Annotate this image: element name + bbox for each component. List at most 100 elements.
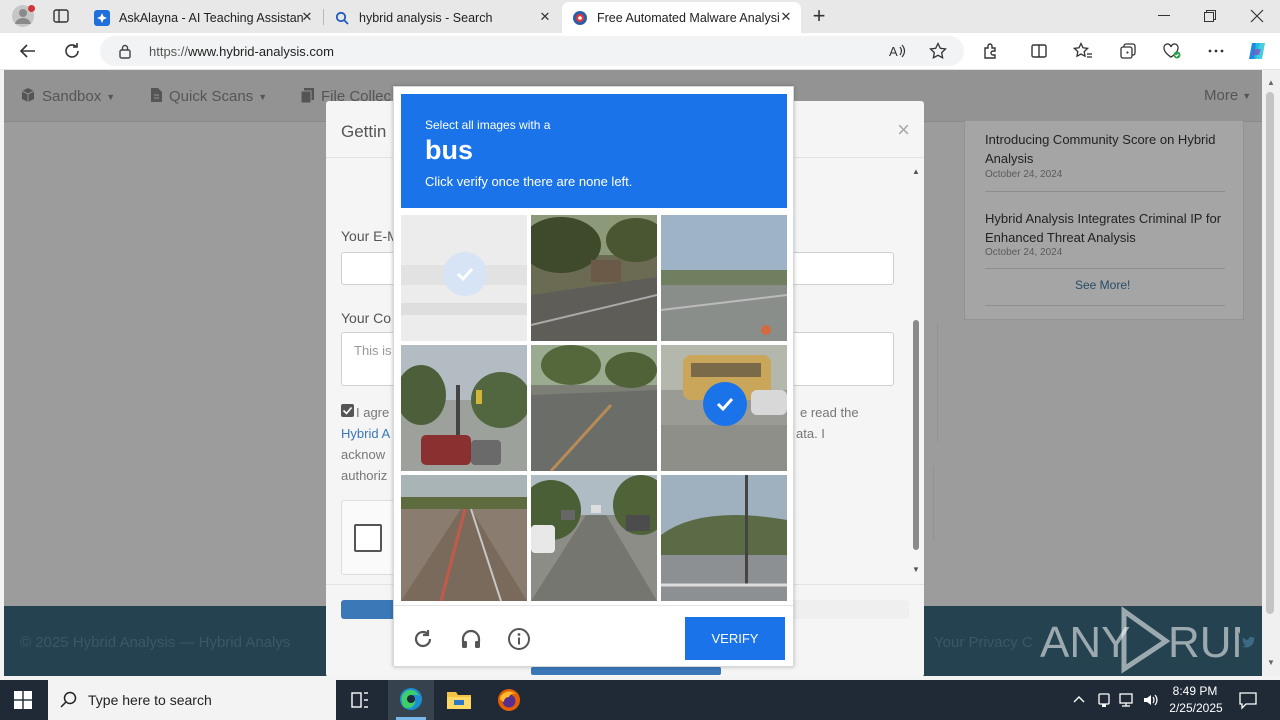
captcha-tile-4[interactable] — [401, 345, 527, 471]
chevron-down-icon: ▼ — [1242, 90, 1252, 101]
minimize-icon[interactable] — [1158, 15, 1170, 16]
chevron-down-icon: ▼ — [106, 91, 116, 102]
nav-more[interactable]: More ▼ — [1204, 87, 1251, 104]
collections-icon[interactable] — [1116, 39, 1140, 63]
tab-title: hybrid analysis - Search — [359, 10, 493, 25]
footer-privacy-link[interactable]: Your Privacy C — [934, 634, 1033, 651]
scroll-up-icon[interactable]: ▲ — [912, 167, 920, 176]
see-more-link[interactable]: See More! — [1075, 278, 1130, 292]
news-title[interactable]: Introducing Community Score on Hybrid An… — [985, 130, 1235, 168]
svg-text:A: A — [889, 44, 898, 59]
search-icon — [334, 10, 350, 26]
captcha-tile-9[interactable] — [661, 475, 787, 601]
windows-start-icon[interactable] — [14, 691, 32, 709]
tray-chevron-up-icon[interactable] — [1072, 693, 1086, 707]
cube-icon — [20, 87, 36, 106]
consent-text: e read the — [800, 405, 859, 420]
modal-title: Gettin — [341, 122, 387, 141]
twitter-icon[interactable] — [1242, 636, 1256, 648]
scroll-thumb[interactable] — [913, 320, 919, 550]
scroll-down-icon[interactable]: ▼ — [1267, 658, 1275, 667]
browser-scrollbar[interactable]: ▲ ▼ — [1262, 70, 1280, 676]
file-explorer-icon[interactable] — [446, 689, 472, 711]
profile-avatar[interactable] — [12, 5, 35, 27]
back-arrow-icon[interactable] — [16, 39, 40, 63]
tab-close-button[interactable]: ✕ — [779, 10, 793, 24]
task-view-icon[interactable] — [350, 690, 370, 710]
check-icon — [443, 252, 487, 296]
tab-title: AskAlayna - AI Teaching Assistan — [119, 10, 304, 25]
more-menu-icon[interactable] — [1204, 39, 1228, 63]
comment-label: Your Co — [341, 310, 392, 326]
nav-quick-scans[interactable]: Quick Scans ▼ — [150, 87, 267, 106]
modal-close-button[interactable]: × — [897, 117, 910, 143]
url-text: https://www.hybrid-analysis.com — [149, 44, 334, 59]
scroll-up-icon[interactable]: ▲ — [1267, 78, 1275, 87]
captcha-tile-3[interactable] — [661, 215, 787, 341]
captcha-widget — [341, 500, 401, 575]
tab-close-button[interactable]: ✕ — [538, 10, 552, 24]
consent-checkbox[interactable] — [341, 404, 354, 417]
read-aloud-icon[interactable]: A — [886, 39, 910, 63]
extensions-icon[interactable] — [979, 39, 1003, 63]
restore-icon[interactable] — [1204, 10, 1216, 22]
news-title[interactable]: Hybrid Analysis Integrates Criminal IP f… — [985, 209, 1235, 247]
clock-date[interactable]: 2/25/2025 — [1166, 701, 1226, 715]
consent-link[interactable]: Hybrid A — [341, 423, 390, 444]
consent-text: acknow — [341, 447, 386, 462]
captcha-tile-6[interactable] — [661, 345, 787, 471]
tab-askalayna[interactable]: AskAlayna - AI Teaching Assistan ✕ — [84, 2, 322, 33]
search-icon — [60, 691, 78, 709]
verify-button[interactable]: VERIFY — [685, 617, 785, 660]
firefox-icon[interactable] — [497, 688, 521, 712]
hcaptcha-challenge: Select all images with a bus Click verif… — [393, 86, 794, 667]
footer-copyright: © 2025 Hybrid Analysis — Hybrid Analys — [20, 634, 291, 651]
submit-button[interactable] — [531, 667, 721, 675]
captcha-tile-8[interactable] — [531, 475, 657, 601]
news-date: October 24, 2024 — [985, 247, 1063, 258]
refresh-icon[interactable] — [60, 39, 84, 63]
nav-sandbox[interactable]: Sandbox ▼ — [20, 87, 115, 106]
lock-icon[interactable] — [118, 43, 132, 59]
new-tab-button[interactable]: + — [808, 3, 830, 29]
split-screen-icon[interactable] — [1027, 39, 1051, 63]
notification-icon[interactable] — [1238, 690, 1258, 710]
puzzle-icon — [94, 9, 110, 26]
volume-icon[interactable] — [1142, 692, 1160, 708]
copilot-icon[interactable] — [1245, 39, 1269, 63]
device-icon[interactable] — [1096, 692, 1112, 708]
favorites-icon[interactable] — [1071, 39, 1095, 63]
network-icon[interactable] — [1118, 692, 1136, 708]
consent-text: I agre — [356, 405, 390, 420]
tab-close-button[interactable]: ✕ — [300, 10, 314, 24]
tab-hybrid-analysis[interactable]: Free Automated Malware Analysi ✕ — [562, 2, 801, 33]
comment-placeholder: This is — [354, 343, 392, 358]
consent-text: authoriz — [341, 468, 388, 483]
scroll-down-icon[interactable]: ▼ — [912, 565, 920, 574]
performance-heart-icon[interactable] — [1160, 39, 1184, 63]
refresh-challenge-icon[interactable] — [409, 625, 437, 653]
audio-challenge-icon[interactable] — [457, 625, 485, 653]
anyrun-watermark-logo: ANY RUN — [1040, 605, 1263, 675]
info-icon[interactable] — [505, 625, 533, 653]
tab-actions-icon[interactable] — [52, 7, 70, 25]
file-icon — [150, 87, 163, 106]
captcha-tile-5[interactable] — [531, 345, 657, 471]
captcha-checkbox[interactable] — [354, 524, 382, 552]
tab-hybrid-search[interactable]: hybrid analysis - Search ✕ — [324, 2, 560, 33]
address-bar[interactable]: https://www.hybrid-analysis.com A — [100, 36, 964, 66]
clock-time[interactable]: 8:49 PM — [1170, 684, 1220, 698]
challenge-instruction: Click verify once there are none left. — [425, 174, 633, 189]
files-icon — [300, 87, 315, 106]
modal-scrollbar[interactable]: ▲ ▼ — [910, 165, 922, 575]
scroll-thumb[interactable] — [1266, 92, 1274, 614]
captcha-tile-2[interactable] — [531, 215, 657, 341]
check-icon — [703, 382, 747, 426]
captcha-tile-7[interactable] — [401, 475, 527, 601]
taskbar-search-box[interactable]: Type here to search — [48, 680, 336, 720]
captcha-tile-1[interactable] — [401, 215, 527, 341]
window-close-icon[interactable] — [1250, 9, 1264, 23]
taskbar-edge[interactable] — [388, 680, 434, 720]
favorite-star-icon[interactable] — [926, 39, 950, 63]
browser-toolbar: https://www.hybrid-analysis.com A — [0, 33, 1280, 70]
